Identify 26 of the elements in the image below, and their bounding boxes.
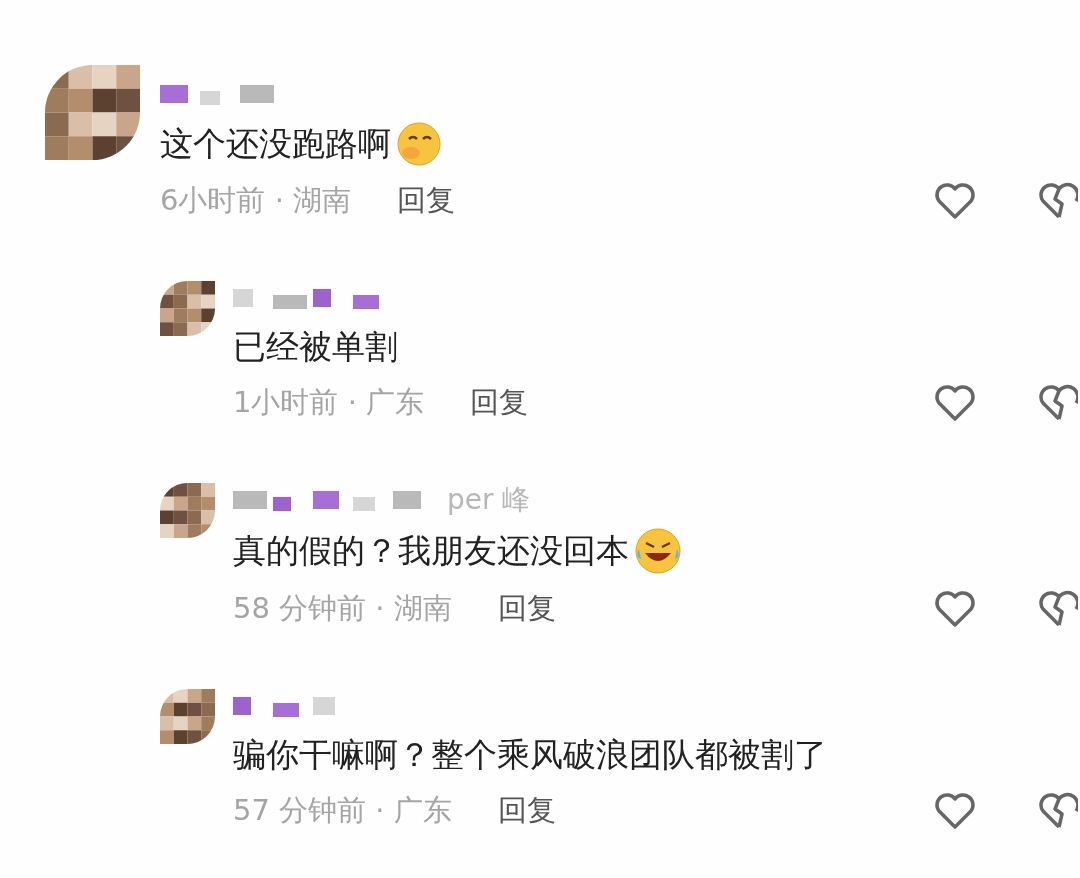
comment-text: 这个还没跑路啊 <box>160 123 391 165</box>
comment-meta: 1小时前 · 广东 <box>233 384 425 421</box>
heart-icon[interactable] <box>934 384 976 422</box>
avatar[interactable] <box>160 689 215 744</box>
heart-icon[interactable] <box>934 590 976 628</box>
broken-heart-icon[interactable] <box>1038 182 1078 220</box>
heart-icon[interactable] <box>934 182 976 220</box>
comment-text: 真的假的？我朋友还没回本 <box>233 530 629 572</box>
comment-meta: 6小时前 · 湖南 <box>160 182 352 219</box>
avatar[interactable] <box>160 483 215 538</box>
reply-link[interactable]: 回复 <box>497 791 556 831</box>
avatar[interactable] <box>45 65 140 160</box>
reply-link[interactable]: 回复 <box>497 589 556 629</box>
heart-icon[interactable] <box>934 792 976 830</box>
comment-text: 骗你干嘛啊？整个乘风破浪团队都被割了 <box>233 734 827 776</box>
emoji-face-icon <box>395 121 443 167</box>
reply-link[interactable]: 回复 <box>470 383 529 423</box>
comment-meta: 57 分钟前 · 广东 <box>233 792 452 829</box>
avatar[interactable] <box>160 281 215 336</box>
reply-link[interactable]: 回复 <box>397 181 456 221</box>
comment-text: 已经被单割 <box>233 326 398 368</box>
broken-heart-icon[interactable] <box>1038 590 1078 628</box>
emoji-face-icon <box>633 527 683 575</box>
comment-meta: 58 分钟前 · 湖南 <box>233 590 452 627</box>
broken-heart-icon[interactable] <box>1038 384 1078 422</box>
broken-heart-icon[interactable] <box>1038 792 1078 830</box>
